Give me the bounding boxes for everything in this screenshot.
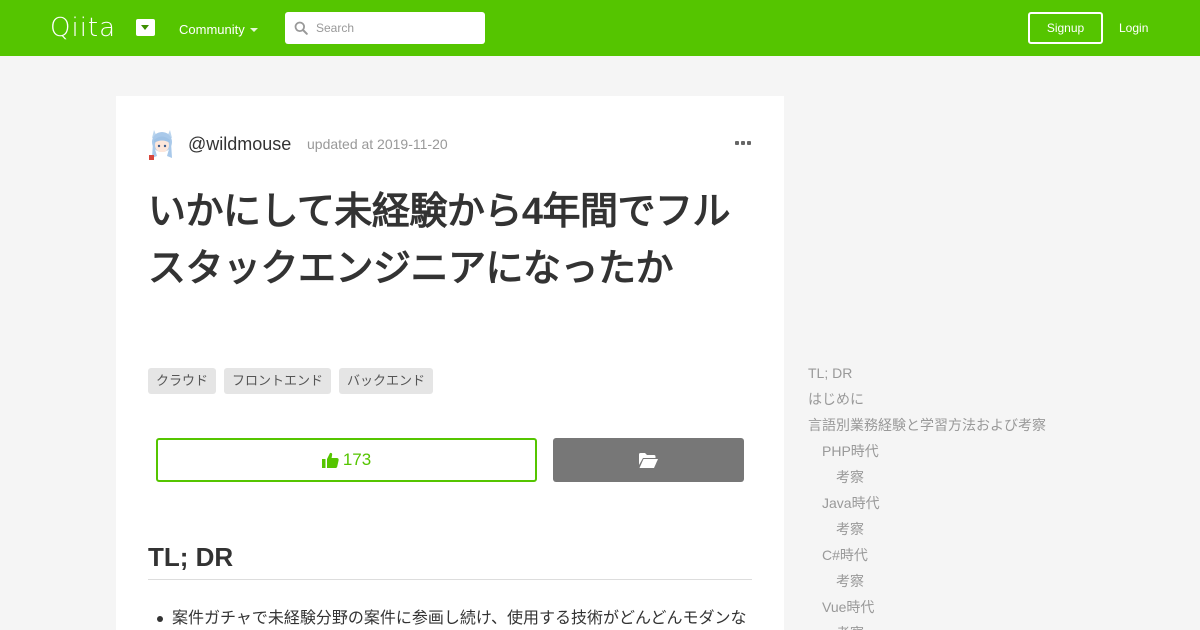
logo-dropdown-button[interactable] [136,19,155,36]
toc-item[interactable]: 考察 [836,516,864,542]
toc-item[interactable]: C#時代 [822,542,868,568]
login-link[interactable]: Login [1119,20,1148,36]
toc-item[interactable]: Vue時代 [822,594,874,620]
search-icon [294,21,308,35]
global-header: Qiita Community Signup Login [0,0,1200,56]
toc-item[interactable]: 言語別業務経験と学習方法および考察 [808,412,1046,438]
folder-open-icon [639,452,658,468]
avatar[interactable] [148,128,176,160]
toc-item[interactable]: はじめに [808,386,864,412]
search-box[interactable] [285,12,485,44]
thumbs-up-icon [321,452,339,468]
tag-list: クラウド フロントエンド バックエンド [148,368,434,394]
tag-backend[interactable]: バックエンド [339,368,434,394]
toc-item[interactable]: 考察 [836,464,864,490]
section-heading: TL; DR [148,542,234,572]
toc-item[interactable]: Java時代 [822,490,880,516]
updated-date: updated at 2019-11-20 [307,136,448,152]
toc-item[interactable]: TL; DR [808,360,852,386]
stock-button[interactable] [553,438,744,482]
more-options-icon[interactable] [735,141,751,145]
toc-item[interactable]: 考察 [836,568,864,594]
heading-divider [148,579,752,580]
qiita-logo[interactable]: Qiita [50,13,116,43]
search-input[interactable] [316,12,478,44]
chevron-down-icon[interactable] [250,28,258,32]
like-count: 173 [342,450,372,469]
author-name[interactable]: @wildmouse [188,133,291,155]
like-button[interactable]: 173 [156,438,537,482]
article-title: いかにして未経験から4年間でフルスタックエンジニアになったか [148,191,731,290]
tag-cloud[interactable]: クラウド [148,368,217,394]
toc-item[interactable]: 考察 [836,620,864,630]
toc-item[interactable]: PHP時代 [822,438,879,464]
tag-frontend[interactable]: フロントエンド [224,368,332,394]
list-bullet [157,616,163,622]
list-item: 案件ガチャで未経験分野の案件に参画し続け、使用する技術がどんどんモダンな [172,610,747,627]
signup-button[interactable]: Signup [1028,12,1103,44]
community-menu-label[interactable]: Community [179,22,245,38]
